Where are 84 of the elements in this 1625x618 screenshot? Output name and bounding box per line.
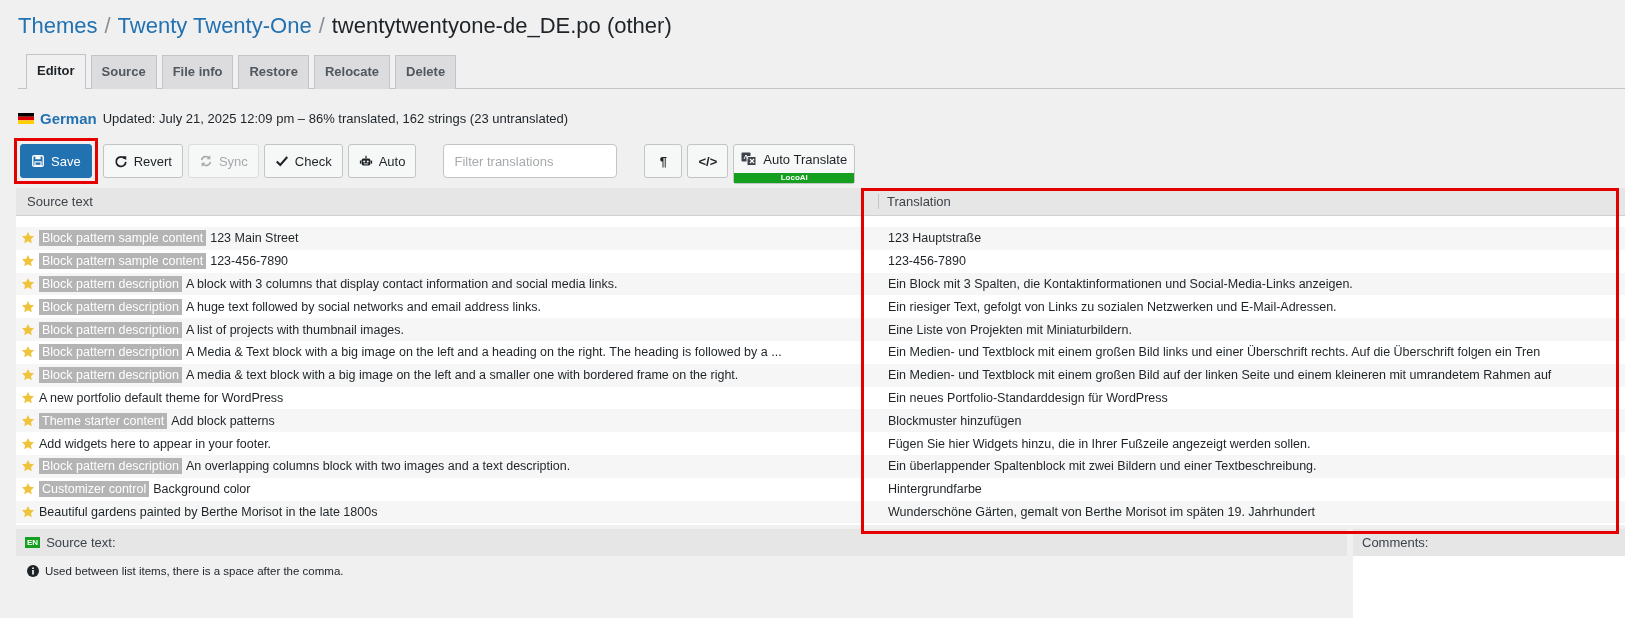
breadcrumb-link[interactable]: Twenty Twenty-One [117, 12, 312, 39]
sync-icon [198, 154, 213, 168]
table-row[interactable]: Beautiful gardens painted by Berthe Morisot in the late 1800s Wunderschöne Gärten, gemalt von Berthe Morisot im späten 19. Jahrhundert [16, 500, 1625, 524]
table-row[interactable]: Customizer control Background color Hintergrundfarbe [16, 477, 1625, 501]
toolbar-button[interactable]: Auto [347, 144, 417, 178]
flag-icon [18, 112, 34, 124]
source-text: A new portfolio default theme for WordPress [39, 390, 284, 405]
source-text: A huge text followed by social networks and email address links. [185, 299, 541, 314]
source-text: 123-456-7890 [210, 254, 289, 269]
breadcrumb-separator: / [104, 12, 111, 39]
toggle-button[interactable]: </> [687, 144, 729, 178]
source-text: A list of projects with thumbnail images. [185, 322, 405, 337]
auto-translate-button[interactable]: Auto Translate LocoAI [733, 144, 856, 184]
translation-text: Ein neues Portfolio-Standarddesign für WordPress [887, 390, 1169, 405]
source-text: A media & text block with a big image on the left and a smaller one with bordered frame on the right. [185, 368, 739, 383]
translation-text: Fügen Sie hier Widgets hinzu, die in Ihrer Fußzeile angezeigt werden sollen. [887, 436, 1312, 451]
source-text: Background color [153, 482, 251, 497]
tab[interactable]: File info [161, 55, 234, 89]
translation-text: Ein riesiger Text, gefolgt von Links zu sozialen Netzwerken und E-Mail-Adressen. [887, 299, 1338, 314]
tab[interactable]: Restore [238, 55, 309, 89]
source-text: Add widgets here to appear in your footer. [39, 436, 272, 451]
robot-icon [358, 154, 373, 168]
context-tag: Block pattern description [39, 344, 182, 361]
translation-text: 123 Hauptstraße [887, 231, 983, 246]
translation-text: Hintergrundfarbe [887, 482, 983, 497]
translation-text: Ein Medien- und Textblock mit einem großen Bild auf der linken Seite und einem kleineren mit umrandetem Rahmen auf [887, 368, 1553, 383]
tab[interactable]: Relocate [313, 55, 391, 89]
info-icon [27, 565, 39, 577]
panel-title: Source text: [46, 535, 116, 550]
table-row[interactable]: Block pattern sample content 123 Main Street 123 Hauptstraße [16, 227, 1625, 250]
floppy-icon [31, 154, 45, 168]
translation-text: Blockmuster hinzufügen [887, 413, 1023, 428]
toggle-button[interactable]: ¶ [644, 144, 683, 178]
breadcrumb-separator: / [318, 12, 325, 39]
source-text: Beautiful gardens painted by Berthe Morisot in the late 1800s [39, 504, 378, 519]
translate-icon [741, 152, 758, 166]
tab[interactable]: Editor [26, 54, 86, 89]
breadcrumb-link[interactable]: Themes [18, 12, 98, 39]
context-tag: Block pattern description [39, 458, 182, 475]
toolbar-button[interactable]: Save [20, 144, 92, 178]
table-row[interactable]: Block pattern description A list of projects with thumbnail images. Eine Liste von Projekten mit Miniaturbildern. [16, 318, 1625, 341]
panel-title: Comments: [1362, 535, 1429, 550]
source-text: An overlapping columns block with two images and a text description. [185, 459, 571, 474]
translation-text: Ein Block mit 3 Spalten, die Kontaktinformationen und Social-Media-Links anzeigen. [887, 277, 1354, 291]
toolbar-button[interactable]: Check [263, 144, 343, 178]
context-tag: Block pattern sample content [39, 253, 207, 270]
column-header[interactable]: Source text [16, 194, 878, 209]
check-icon [274, 154, 289, 168]
table-row[interactable] [16, 363, 1625, 387]
table-row[interactable]: A new portfolio default theme for WordPress Ein neues Portfolio-Standarddesign für WordPress [16, 386, 1625, 410]
context-tag: Block pattern description [39, 321, 182, 338]
source-text: A block with 3 columns that display contact information and social media links. [185, 277, 618, 291]
translation-text: 123-456-7890 [887, 254, 967, 269]
table-row[interactable]: Block pattern sample content 123-456-7890 123-456-7890 [16, 249, 1625, 273]
table-row[interactable]: Block pattern description An overlapping columns block with two images and a text description. Ein überlappender Spaltenblock mit zwei Bildern und einer Textbeschreibung. [16, 454, 1625, 478]
language-badge: EN [25, 537, 41, 548]
toolbar-button[interactable]: Revert [102, 144, 183, 178]
table-row[interactable]: Block pattern description A huge text followed by social networks and email address links. Ein riesiger Text, gefolgt von Links zu sozialen Netzwerken und E-Mail-Adressen. [16, 295, 1625, 319]
table-row[interactable]: Theme starter content Add block patterns Blockmuster hinzufügen [16, 409, 1625, 433]
provider-label: LocoAI [734, 173, 855, 183]
tab[interactable]: Source [90, 55, 157, 89]
page-title: twentytwentyone-de_DE.po (other) [331, 12, 672, 39]
column-header[interactable]: Translation [878, 194, 1625, 209]
context-tag: Block pattern sample content [39, 230, 207, 247]
table-row[interactable]: Block pattern description A block with 3 columns that display contact information and social media links. Ein Block mit 3 Spalten, die Kontaktinformationen und Social-Media-Links anzeigen. [16, 272, 1625, 296]
translation-text: Wunderschöne Gärten, gemalt von Berthe Morisot im späten 19. Jahrhundert [887, 504, 1317, 519]
translation-text: Ein Medien- und Textblock mit einem großen Bild links und einer Überschrift rechts. Auf die Überschrift folgen ein Tren [887, 345, 1542, 360]
status-text: Updated: July 21, 2025 12:09 pm – 86% translated, 162 strings (23 untranslated) [102, 110, 569, 126]
source-text: Add block patterns [171, 413, 275, 428]
source-text: 123 Main Street [210, 231, 299, 246]
context-tag: Customizer control [39, 481, 150, 498]
table-row[interactable]: Add widgets here to appear in your footer. Fügen Sie hier Widgets hinzu, die in Ihrer Fußzeile angezeigt werden sollen. [16, 432, 1625, 455]
tab[interactable]: Delete [395, 55, 457, 89]
undo-icon [113, 154, 128, 168]
context-tag: Theme starter content [39, 412, 168, 429]
translation-text: Eine Liste von Projekten mit Miniaturbildern. [887, 322, 1133, 337]
translation-text: Ein überlappender Spaltenblock mit zwei Bildern und einer Textbeschreibung. [887, 459, 1318, 474]
language-link[interactable]: German [40, 109, 97, 127]
context-tag: Block pattern description [39, 298, 182, 315]
source-text: A Media & Text block with a big image on the left and a heading on the right. The heading is followed by a ... [185, 345, 782, 360]
context-tag: Block pattern description [39, 367, 182, 384]
comment-note: Used between list items, there is a space after the comma. [45, 565, 344, 577]
context-tag: Block pattern description [39, 276, 182, 292]
filter-field[interactable]: Filter translations [443, 144, 618, 178]
